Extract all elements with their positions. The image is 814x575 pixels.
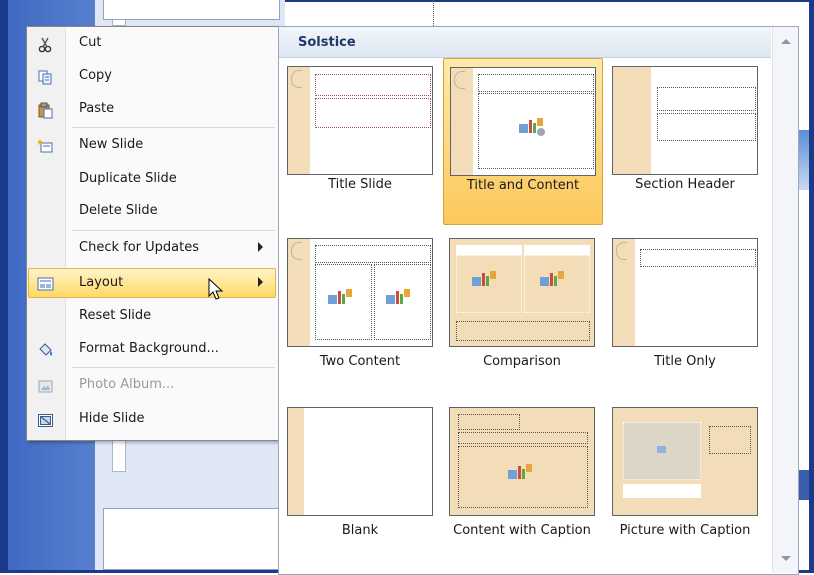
copy-icon (37, 69, 54, 86)
paint-bucket-icon (37, 342, 54, 359)
menu-separator (72, 230, 275, 231)
scroll-down-icon[interactable] (781, 556, 791, 561)
menu-separator (72, 367, 275, 368)
layout-thumbnail (612, 238, 758, 347)
menu-item-label: Check for Updates (79, 240, 199, 255)
layout-comparison[interactable]: Comparison (443, 230, 601, 395)
menu-item-format-background[interactable]: Format Background... (29, 335, 275, 365)
menu-item-label: Reset Slide (79, 308, 152, 323)
menu-item-cut[interactable]: Cut (29, 29, 275, 59)
submenu-arrow-icon (258, 277, 263, 287)
layout-section-header[interactable]: Section Header (606, 58, 764, 223)
menu-item-hide-slide[interactable]: Hide Slide (29, 405, 275, 435)
menu-item-label: Duplicate Slide (79, 171, 177, 186)
menu-item-photo-album[interactable]: Photo Album... (29, 371, 275, 401)
menu-item-new-slide[interactable]: New Slide (29, 131, 275, 161)
layout-content-with-caption[interactable]: Content with Caption (443, 399, 601, 564)
layout-icon (37, 276, 54, 293)
new-slide-icon (37, 138, 54, 155)
scissors-icon (37, 36, 54, 53)
submenu-arrow-icon (258, 242, 263, 252)
layout-thumbnail (287, 238, 433, 347)
menu-item-label: Format Background... (79, 341, 219, 356)
layout-thumbnail (449, 407, 595, 516)
slide-thumbnail[interactable] (103, 508, 280, 570)
window-right-border (809, 0, 814, 573)
layout-label: Content with Caption (453, 523, 591, 538)
theme-name: Solstice (298, 35, 356, 50)
layout-title-and-content[interactable]: Title and Content (443, 58, 603, 225)
hide-slide-icon (37, 412, 54, 429)
layout-thumbnail (612, 407, 758, 516)
menu-item-reset-slide[interactable]: Reset Slide (29, 302, 275, 332)
layout-label: Picture with Caption (619, 523, 751, 538)
layout-label: Blank (341, 523, 379, 538)
layout-label: Two Content (319, 354, 401, 369)
layout-two-content[interactable]: Two Content (281, 230, 439, 395)
mouse-cursor-icon (208, 277, 224, 302)
layout-label: Section Header (635, 177, 735, 192)
gallery-scrollbar[interactable] (772, 27, 798, 573)
layout-picture-with-caption[interactable]: Picture with Caption (606, 399, 764, 564)
layout-gallery: Solstice Title Slide Title and Content S… (278, 26, 799, 575)
menu-item-check-for-updates[interactable]: Check for Updates (29, 234, 275, 264)
menu-item-label: Paste (79, 101, 115, 116)
layout-title-only[interactable]: Title Only (606, 230, 764, 395)
slide-thumbnail[interactable] (103, 0, 280, 20)
layout-blank[interactable]: Blank (281, 399, 439, 564)
menu-item-delete-slide[interactable]: Delete Slide (29, 197, 275, 227)
layout-thumbnail (287, 407, 433, 516)
layout-title-slide[interactable]: Title Slide (281, 58, 439, 223)
window-left-border (0, 0, 8, 573)
layout-thumbnail (612, 66, 758, 175)
layout-label: Title Slide (328, 177, 392, 192)
layout-label: Comparison (483, 354, 561, 369)
slide-context-menu: Cut Copy Paste New Slide Duplicate Slide… (26, 26, 280, 441)
menu-item-layout[interactable]: Layout (28, 268, 276, 298)
menu-item-label: Photo Album... (79, 377, 175, 392)
scroll-up-icon[interactable] (781, 39, 791, 44)
content-icons (386, 289, 414, 311)
slide-number-marker (112, 440, 126, 472)
photo-album-icon (37, 378, 54, 395)
content-icons (328, 289, 356, 311)
content-icons (508, 464, 536, 486)
picture-icon (657, 446, 666, 453)
layout-label: Title Only (654, 354, 716, 369)
menu-item-label: Layout (79, 275, 124, 290)
menu-item-label: Delete Slide (79, 203, 158, 218)
menu-item-copy[interactable]: Copy (29, 62, 275, 92)
menu-item-label: New Slide (79, 137, 144, 152)
menu-item-paste[interactable]: Paste (29, 95, 275, 125)
menu-item-label: Cut (79, 35, 102, 50)
gallery-header: Solstice (279, 27, 771, 58)
content-icons (540, 271, 568, 293)
layout-thumbnail (450, 67, 596, 176)
layout-thumbnail (287, 66, 433, 175)
menu-item-duplicate-slide[interactable]: Duplicate Slide (29, 165, 275, 195)
layout-label: Title and Content (466, 178, 580, 193)
content-icons (472, 271, 500, 293)
menu-separator (72, 127, 275, 128)
content-icons (519, 118, 547, 140)
menu-item-label: Hide Slide (79, 411, 145, 426)
paste-icon (37, 102, 54, 119)
menu-item-label: Copy (79, 68, 112, 83)
layout-thumbnail (449, 238, 595, 347)
